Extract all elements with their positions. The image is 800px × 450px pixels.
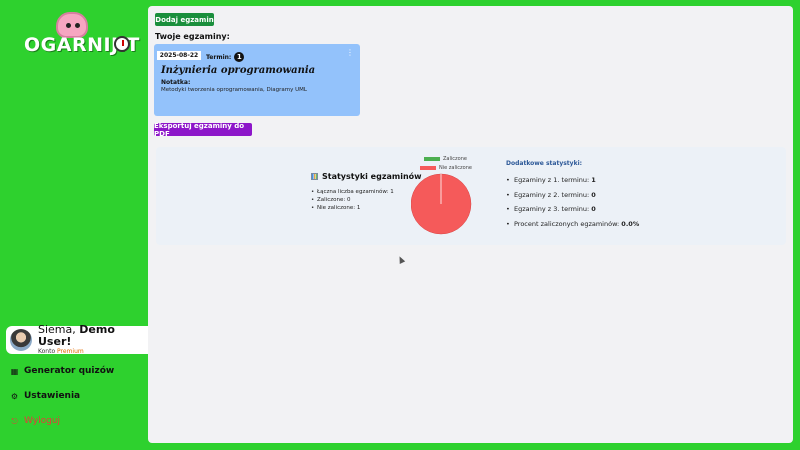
nav-item-quiz-generator[interactable]: ▦ Generator quizów [10,366,115,376]
extra-stat-term-1: Egzaminy z 1. terminu: 1 [506,176,639,191]
stats-title: Statystyki egzaminów [311,172,422,181]
legend-item-passed: Zaliczone [424,156,467,162]
extra-stat-value: 0 [591,190,596,199]
extra-stat-term-2: Egzaminy z 2. terminu: 0 [506,191,639,206]
legend-label-passed: Zaliczone [443,156,467,162]
user-card[interactable]: Siema, Demo User! Konto Premium [6,324,151,356]
nav-settings-label: Ustawienia [24,391,81,401]
legend-swatch-failed [420,166,436,170]
nav-item-settings[interactable]: ⚙ Ustawienia [10,391,80,401]
account-tier: Konto Premium [38,348,151,356]
nav-item-logout[interactable]: ⎋ Wyloguj [10,416,60,426]
main-panel: Dodaj egzamin Twoje egzaminy: 2025-08-22… [148,6,793,443]
exam-card[interactable]: 2025-08-22 Termin: 1 ⋮ Inżynieria oprogr… [154,44,360,116]
legend-label-failed: Nie zaliczone [439,165,472,171]
exam-notes: Metodyki tworzenia oprogramowania, Diagr… [161,87,307,93]
stats-passed: Zaliczone: 0 [311,196,422,204]
legend-swatch-passed [424,157,440,161]
stats-list: Łączna liczba egzaminów: 1 Zaliczone: 0 … [311,188,422,212]
extra-stats: Dodatkowe statystyki: Egzaminy z 1. term… [506,160,639,234]
extra-stat-value: 1 [591,176,596,184]
clock-icon [114,36,130,52]
extra-stat-term-3: Egzaminy z 3. terminu: 0 [506,205,639,220]
extra-stat-pass-percent: Procent zaliczonych egzaminów: 0.0% [506,220,639,235]
pie-chart: Zaliczone Nie zaliczone [411,153,491,245]
pie-slice-failed [411,173,472,235]
stats-total: Łączna liczba egzaminów: 1 [311,188,422,196]
stats-failed: Nie zaliczone: 1 [311,204,422,212]
extra-stat-label: Egzaminy z 3. terminu: [514,205,592,213]
exam-term: Termin: 1 [206,52,245,62]
extra-stat-label: Egzaminy z 2. terminu: [514,190,592,199]
exam-name: Inżynieria oprogramowania [161,65,316,76]
avatar [10,329,32,351]
kebab-menu-icon[interactable]: ⋮ [346,49,354,57]
exam-notes-label: Notatka: [161,79,191,86]
user-greeting: Siema, Demo User! [38,324,151,348]
quiz-icon: ▦ [10,366,19,376]
extra-stats-list: Egzaminy z 1. terminu: 1 Egzaminy z 2. t… [506,176,639,234]
term-number-badge: 1 [234,52,245,62]
stats-title-text: Statystyki egzaminów [322,172,422,181]
extra-stat-label: Egzaminy z 1. terminu: [514,176,592,184]
account-label: Konto [38,348,58,355]
section-title: Twoje egzaminy: [155,32,230,41]
extra-stat-label: Procent zaliczonych egzaminów: [514,219,622,228]
mouse-cursor-icon [396,255,406,264]
exam-date: 2025-08-22 [157,51,201,60]
term-label: Termin: [206,53,232,61]
legend-item-failed: Nie zaliczone [420,165,472,171]
stats-panel: Statystyki egzaminów Łączna liczba egzam… [156,147,786,245]
app-logo[interactable]: OGARNIJ.T [22,12,139,62]
bar-chart-icon [311,173,318,180]
logout-icon: ⎋ [11,416,18,426]
extra-stat-value: 0.0% [621,219,640,228]
premium-badge: Premium [57,348,84,355]
add-exam-button[interactable]: Dodaj egzamin [155,13,214,26]
nav-quiz-label: Generator quizów [24,366,115,376]
export-pdf-button[interactable]: Eksportuj egzaminy do PDF [154,122,252,138]
stats-summary: Statystyki egzaminów Łączna liczba egzam… [311,172,422,212]
nav-logout-label: Wyloguj [24,416,60,426]
gear-icon: ⚙ [10,391,19,401]
extra-stat-value: 0 [591,205,596,213]
extra-stats-title: Dodatkowe statystyki: [506,160,583,167]
